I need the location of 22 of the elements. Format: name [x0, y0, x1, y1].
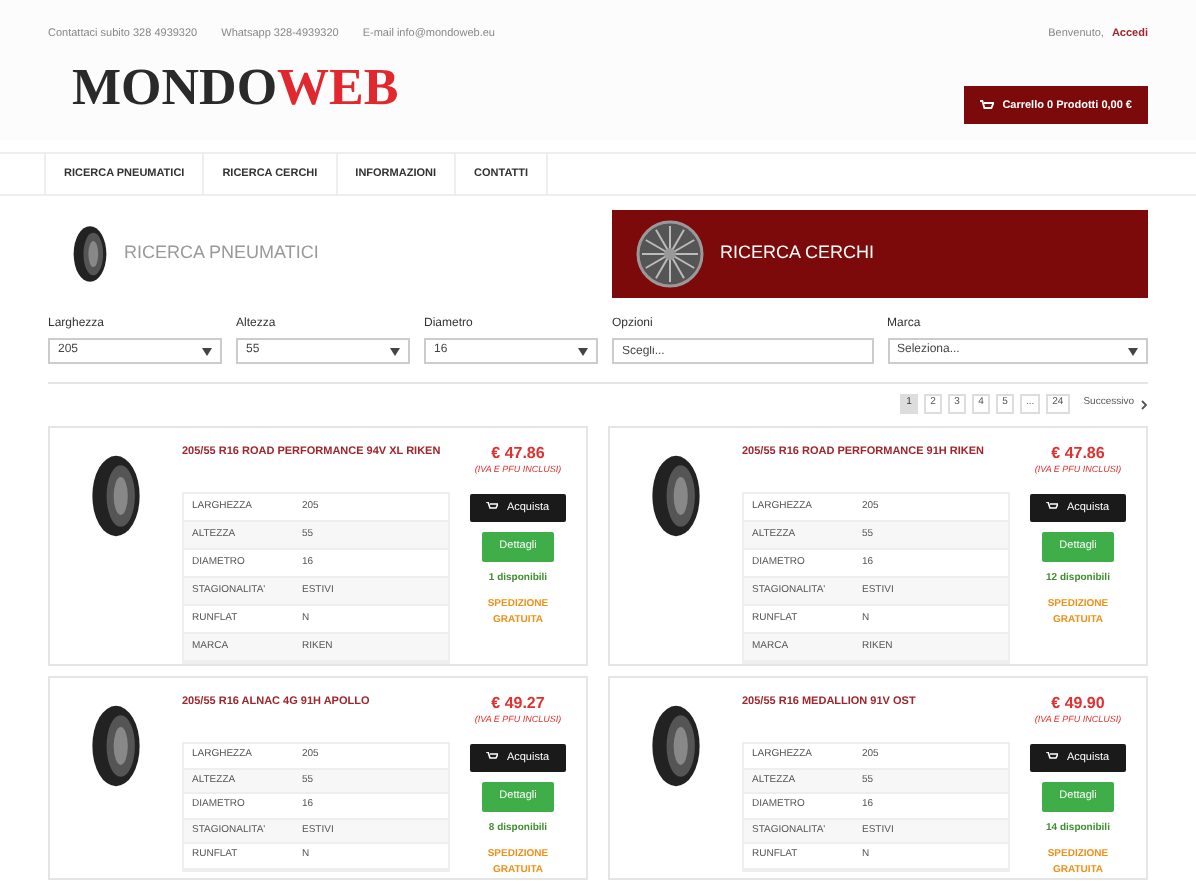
rim-icon — [636, 220, 704, 288]
tire-icon — [90, 452, 142, 540]
cart-icon — [486, 752, 499, 763]
caret-icon — [578, 347, 588, 355]
price: € 47.86 — [1051, 444, 1105, 464]
cart-icon — [980, 99, 995, 112]
caret-icon — [202, 347, 212, 355]
tire-icon — [72, 224, 108, 284]
price: € 47.86 — [491, 444, 545, 464]
price: € 49.90 — [1051, 694, 1105, 714]
price: € 49.27 — [491, 694, 545, 714]
cart-icon — [1046, 502, 1059, 513]
tire-icon — [650, 702, 702, 790]
chevron-right-icon — [1140, 399, 1148, 409]
caret-icon — [1128, 347, 1138, 355]
tire-icon — [90, 702, 142, 790]
logo[interactable]: MONDOWEB — [72, 58, 495, 119]
caret-icon — [390, 347, 400, 355]
search-tab[interactable]: RICERCA CERCHI — [612, 210, 1148, 298]
tire-icon — [650, 452, 702, 540]
cart-icon — [486, 502, 499, 513]
cart-icon — [1046, 752, 1059, 763]
